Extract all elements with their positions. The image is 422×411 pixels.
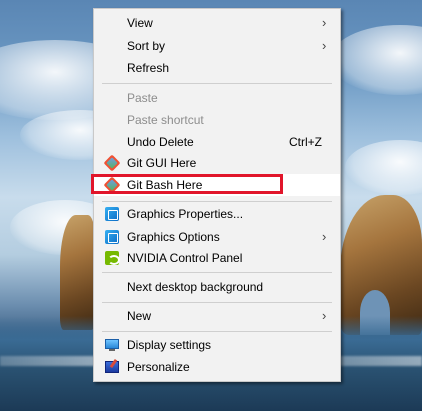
menu-item-label: Undo Delete bbox=[127, 135, 194, 149]
intel-graphics-icon bbox=[104, 206, 120, 222]
menu-item-label: Next desktop background bbox=[127, 280, 264, 294]
intel-graphics-icon bbox=[104, 229, 120, 245]
menu-item-graphics-options[interactable]: Graphics Options › bbox=[94, 226, 340, 248]
menu-item-refresh[interactable]: Refresh bbox=[94, 57, 340, 79]
nvidia-icon bbox=[104, 250, 120, 266]
personalize-icon bbox=[104, 358, 120, 375]
menu-item-next-desktop-background[interactable]: Next desktop background bbox=[94, 276, 340, 298]
menu-separator bbox=[102, 272, 332, 273]
menu-item-label: Refresh bbox=[127, 61, 170, 75]
menu-item-label: Personalize bbox=[127, 360, 190, 374]
menu-item-git-gui-here[interactable]: Git GUI Here bbox=[94, 152, 340, 174]
menu-item-label: New bbox=[127, 309, 152, 323]
git-icon bbox=[103, 154, 121, 172]
chevron-right-icon: › bbox=[322, 229, 327, 244]
menu-item-paste-shortcut: Paste shortcut bbox=[94, 109, 340, 131]
menu-item-label: Graphics Options bbox=[127, 230, 220, 244]
chevron-right-icon: › bbox=[322, 38, 327, 53]
menu-separator bbox=[102, 331, 332, 332]
menu-item-label: Graphics Properties... bbox=[127, 207, 244, 221]
menu-item-nvidia-control-panel[interactable]: NVIDIA Control Panel bbox=[94, 247, 340, 269]
desktop-context-menu: View › Sort by › Refresh Paste Paste sho… bbox=[93, 8, 341, 382]
menu-item-graphics-properties[interactable]: Graphics Properties... bbox=[94, 203, 340, 225]
chevron-right-icon: › bbox=[322, 15, 327, 30]
menu-item-label: NVIDIA Control Panel bbox=[127, 251, 243, 265]
shortcut-label: Ctrl+Z bbox=[289, 135, 322, 149]
menu-item-undo-delete[interactable]: Undo Delete Ctrl+Z bbox=[94, 131, 340, 153]
menu-item-view[interactable]: View › bbox=[94, 12, 340, 34]
menu-item-paste: Paste bbox=[94, 87, 340, 109]
menu-separator bbox=[102, 201, 332, 202]
menu-item-new[interactable]: New › bbox=[94, 305, 340, 327]
highlight-annotation-box bbox=[91, 174, 283, 194]
menu-item-label: Paste bbox=[127, 91, 158, 105]
menu-item-label: Git GUI Here bbox=[127, 156, 197, 170]
chevron-right-icon: › bbox=[322, 308, 327, 323]
menu-item-label: Paste shortcut bbox=[127, 113, 204, 127]
menu-item-label: Display settings bbox=[127, 338, 212, 352]
display-icon bbox=[104, 337, 120, 353]
menu-item-display-settings[interactable]: Display settings bbox=[94, 334, 340, 356]
menu-item-sort-by[interactable]: Sort by › bbox=[94, 35, 340, 57]
menu-item-label: Sort by bbox=[127, 39, 166, 53]
menu-separator bbox=[102, 302, 332, 303]
menu-item-personalize[interactable]: Personalize bbox=[94, 356, 340, 378]
menu-separator bbox=[102, 83, 332, 84]
menu-item-label: View bbox=[127, 16, 153, 30]
